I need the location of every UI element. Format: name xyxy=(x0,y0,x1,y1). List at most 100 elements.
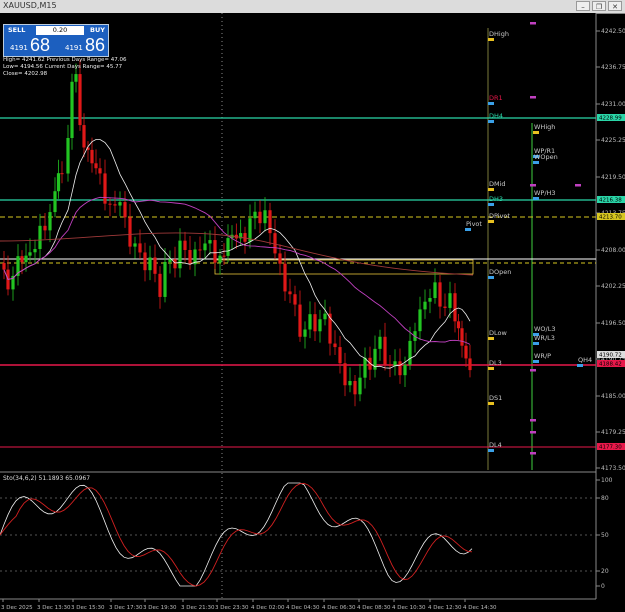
level-label: QH4 xyxy=(578,356,592,364)
candle-body xyxy=(333,343,337,348)
candle-body xyxy=(198,249,202,251)
price-tag: 4216.38 xyxy=(599,198,622,204)
level-label: DH3 xyxy=(489,195,503,203)
time-axis-label: 3 Dec 19:30 xyxy=(143,605,177,611)
restore-icon[interactable]: ❐ xyxy=(592,1,606,11)
weekly-level-marker xyxy=(530,431,536,434)
candle-body xyxy=(98,168,102,174)
price-tag: 4213.70 xyxy=(599,215,622,221)
time-axis-label: 3 Dec 2025 xyxy=(1,605,33,611)
close-icon[interactable]: ✕ xyxy=(608,1,622,11)
candle-body xyxy=(363,357,367,378)
candle-body xyxy=(158,273,162,297)
candle-body xyxy=(443,306,447,308)
candle-body xyxy=(28,252,32,256)
time-axis-label: 4 Dec 14:30 xyxy=(463,605,497,611)
price-tag: 4188.42 xyxy=(599,362,622,368)
level-label: DL4 xyxy=(489,441,502,449)
price-chart[interactable]: 4242.50 4236.75 4231.00 4225.25 4219.50 4213.… xyxy=(0,13,625,612)
candle-body xyxy=(408,340,412,365)
title-bar: XAUUSD,M15 – ❐ ✕ xyxy=(0,0,625,14)
candle-body xyxy=(188,250,192,265)
level-marker xyxy=(488,203,494,206)
candle-body xyxy=(38,225,42,250)
candle-body xyxy=(464,345,468,359)
candle-body xyxy=(323,313,327,320)
candle-body xyxy=(208,240,212,244)
candle-body xyxy=(82,125,86,148)
level-marker xyxy=(465,228,471,231)
price-axis-label: 4208.00 xyxy=(601,247,625,254)
candle-body xyxy=(183,240,187,251)
level-marker xyxy=(533,360,539,363)
candle-body xyxy=(293,294,297,305)
candle-body xyxy=(56,173,61,192)
price-axis-label: 4231.00 xyxy=(601,101,625,108)
osc-axis-label: 0 xyxy=(601,583,605,590)
price-axis-label: 4236.75 xyxy=(601,64,625,71)
candle-body xyxy=(428,298,432,302)
candle-body xyxy=(398,361,402,376)
level-marker xyxy=(533,131,539,134)
time-axis-label: 4 Dec 04:30 xyxy=(286,605,320,611)
candle-body xyxy=(218,255,222,263)
candle-body xyxy=(168,259,172,262)
candle-body xyxy=(163,261,167,297)
window-title: XAUUSD,M15 xyxy=(3,1,57,10)
weekly-level-marker xyxy=(530,184,536,187)
candle-body xyxy=(213,240,217,263)
level-marker xyxy=(488,38,494,41)
candle-body xyxy=(78,74,82,126)
level-marker xyxy=(488,449,494,452)
candle-body xyxy=(298,304,302,337)
level-label: DOpen xyxy=(489,268,511,276)
level-marker xyxy=(488,367,494,370)
level-marker xyxy=(488,188,494,191)
sell-button[interactable]: SELL xyxy=(8,26,25,34)
candle-body xyxy=(43,225,47,231)
candle-body xyxy=(138,243,142,253)
candle-body xyxy=(20,256,24,263)
candle-body xyxy=(308,314,312,330)
price-tag: 4177.30 xyxy=(599,445,622,451)
candle-body xyxy=(60,173,64,175)
one-click-trading-panel: SELL 0.20 BUY 4191 68 4191 86 xyxy=(3,24,109,57)
osc-axis-label: 50 xyxy=(601,532,609,539)
osc-axis-label: 80 xyxy=(601,495,609,502)
level-label: DHigh xyxy=(489,30,509,38)
candle-body xyxy=(318,319,322,332)
candle-body xyxy=(388,364,392,366)
level-marker xyxy=(533,161,539,164)
level-label: WP/H3 xyxy=(534,189,556,197)
lot-size-input[interactable]: 0.20 xyxy=(36,26,84,35)
buy-price-small[interactable]: 4191 xyxy=(65,44,83,52)
price-axis-label: 4242.50 xyxy=(601,28,625,35)
sell-price-big[interactable]: 68 xyxy=(30,35,50,56)
level-label: DPivot xyxy=(489,212,510,220)
level-label: DR1 xyxy=(489,94,503,102)
buy-button[interactable]: BUY xyxy=(90,26,105,34)
level-marker xyxy=(488,402,494,405)
candle-body xyxy=(148,257,152,271)
candle-body xyxy=(438,282,442,307)
candle-body xyxy=(128,217,132,247)
candle-body xyxy=(143,252,147,271)
time-axis-label: 4 Dec 02:00 xyxy=(251,605,285,611)
sell-price-small[interactable]: 4191 xyxy=(10,44,28,52)
weekly-level-marker xyxy=(575,184,581,187)
buy-price-big[interactable]: 86 xyxy=(85,35,105,56)
time-axis-label: 4 Dec 08:30 xyxy=(357,605,391,611)
level-marker xyxy=(577,364,583,367)
candle-body xyxy=(33,249,37,253)
level-label: DMid xyxy=(489,180,506,188)
weekly-level-marker xyxy=(530,22,536,25)
time-axis-label: 3 Dec 21:30 xyxy=(181,605,215,611)
candle-body xyxy=(94,163,98,169)
price-axis-label: 4196.50 xyxy=(601,320,625,327)
minimize-icon[interactable]: – xyxy=(576,1,590,11)
time-axis-label: 4 Dec 12:30 xyxy=(428,605,462,611)
weekly-level-marker xyxy=(530,96,536,99)
candle-body xyxy=(273,233,277,254)
candle-body xyxy=(253,211,257,219)
candle-body xyxy=(288,291,292,295)
